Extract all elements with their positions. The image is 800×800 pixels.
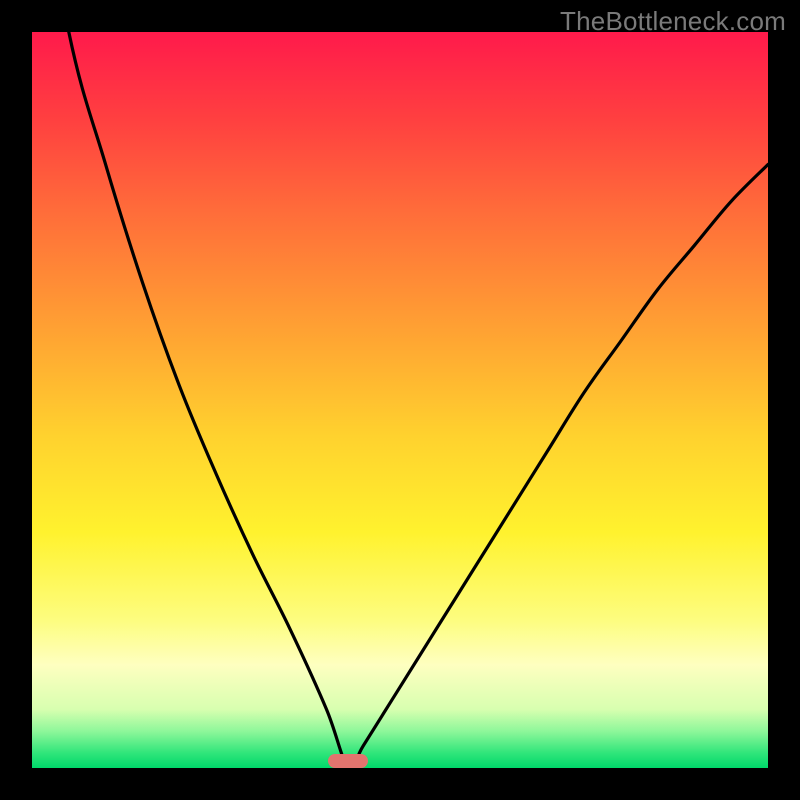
optimum-marker xyxy=(328,754,368,768)
chart-frame: TheBottleneck.com xyxy=(0,0,800,800)
bottleneck-curve xyxy=(32,32,768,768)
plot-area xyxy=(32,32,768,768)
